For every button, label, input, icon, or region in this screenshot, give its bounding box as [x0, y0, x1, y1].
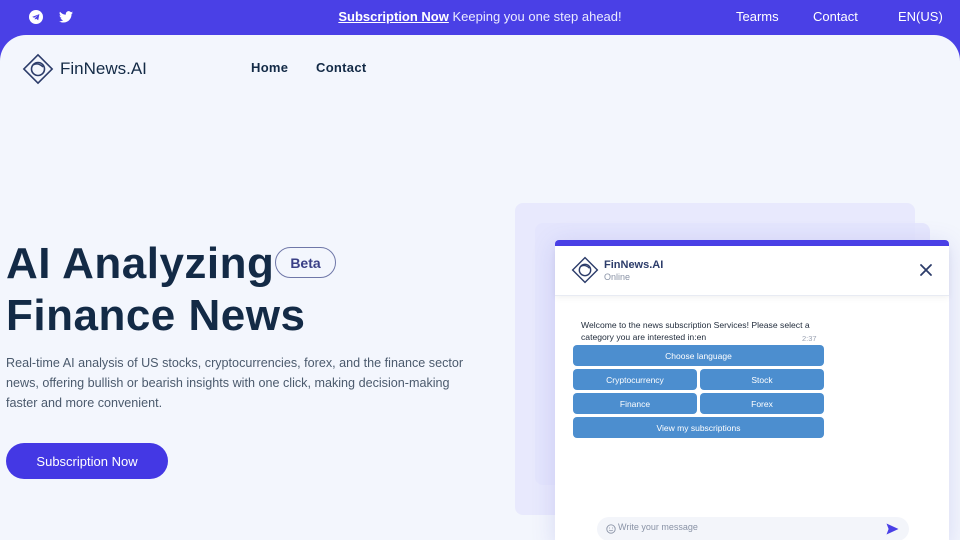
finnews-logo-icon [22, 53, 54, 85]
finance-button[interactable]: Finance [573, 393, 697, 414]
terms-link[interactable]: Tearms [736, 9, 779, 24]
forex-button[interactable]: Forex [700, 393, 824, 414]
nav-contact[interactable]: Contact [316, 60, 367, 75]
hero-description: Real-time AI analysis of US stocks, cryp… [6, 356, 464, 410]
view-subscriptions-button[interactable]: View my subscriptions [573, 417, 824, 438]
message-input[interactable] [618, 522, 878, 532]
brand-name: FinNews.AI [60, 59, 147, 78]
chat-bot-name: FinNews.AI [604, 259, 664, 271]
main-page: FinNews.AI Home Contact AI Analyzing Fin… [0, 35, 960, 540]
subscription-link[interactable]: Subscription Now [338, 9, 449, 24]
hero-title-line-1: AI Analyzing [6, 239, 275, 288]
close-icon[interactable] [919, 263, 933, 277]
cryptocurrency-button[interactable]: Cryptocurrency [573, 369, 697, 390]
chat-timestamp: 2:37 [802, 334, 817, 343]
contact-link[interactable]: Contact [813, 9, 858, 24]
chat-status: Online [604, 272, 631, 282]
choose-language-button[interactable]: Choose language [573, 345, 824, 366]
chat-input-bar [597, 517, 909, 540]
hero-title-line-2: Finance News [6, 291, 306, 340]
chat-widget: FinNews.AI Online Welcome to the news su… [555, 240, 949, 540]
chat-message: Welcome to the news subscription Service… [581, 320, 810, 342]
subscription-now-button[interactable]: Subscription Now [6, 443, 168, 479]
announcement-tagline: Keeping you one step ahead! [452, 9, 622, 24]
finnews-logo-icon [571, 256, 599, 284]
stock-button[interactable]: Stock [700, 369, 824, 390]
emoji-icon[interactable] [606, 524, 616, 534]
beta-badge: Beta [275, 247, 336, 278]
chat-header: FinNews.AI Online [555, 246, 949, 296]
brand-logo[interactable]: FinNews.AI [22, 53, 147, 85]
send-icon[interactable] [886, 523, 899, 535]
top-bar: Subscription Now Keeping you one step ah… [0, 0, 960, 34]
language-selector[interactable]: EN(US) [898, 9, 943, 24]
nav-home[interactable]: Home [251, 60, 288, 75]
